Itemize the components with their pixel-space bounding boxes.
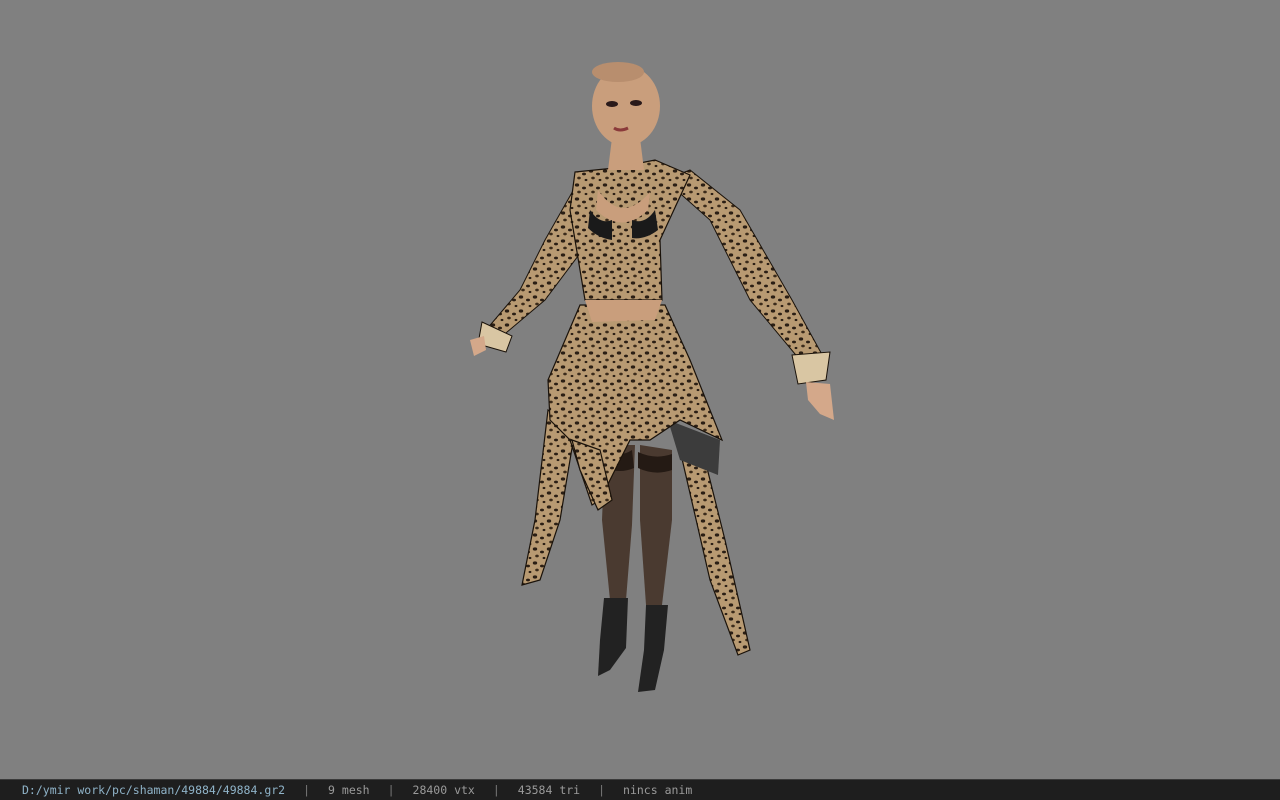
file-path-label: D:/ymir work/pc/shaman/49884/49884.gr2 [22,783,286,797]
status-bar: D:/ymir work/pc/shaman/49884/49884.gr2 |… [0,779,1280,800]
separator: | [387,783,395,797]
mesh-count-label: 9 mesh [328,783,370,797]
separator: | [598,783,606,797]
3d-viewport[interactable] [0,0,1280,779]
animation-info-label: nincs anim [623,783,693,797]
vertex-count-label: 28400 vtx [412,783,475,797]
triangle-count-label: 43584 tri [517,783,581,797]
separator: | [303,783,311,797]
separator: | [492,783,500,797]
character-model [470,62,834,692]
